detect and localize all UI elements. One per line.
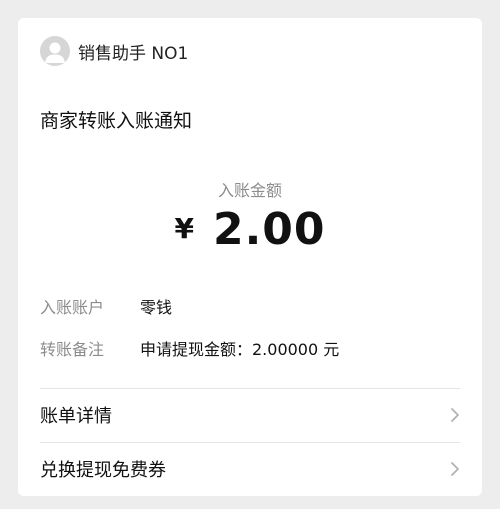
link-label: 账单详情 bbox=[40, 406, 112, 427]
detail-label: 转账备注 bbox=[40, 340, 105, 359]
transfer-notice-card: 销售助手 NO1 商家转账入账通知 入账金额 ¥2.00 入账账户 零钱 转账备… bbox=[18, 18, 482, 496]
amount-display: ¥2.00 bbox=[18, 204, 482, 255]
amount-label: 入账金额 bbox=[217, 181, 282, 200]
detail-row-remark: 转账备注 申请提现金额：2.00000 元 bbox=[40, 336, 339, 360]
account-name: 销售助手 NO1 bbox=[78, 43, 189, 64]
amount-value: 2.00 bbox=[212, 204, 326, 255]
link-label: 兑换提现免费券 bbox=[40, 460, 166, 481]
currency-symbol: ¥ bbox=[174, 212, 195, 245]
withdraw-coupon-link[interactable]: 兑换提现免费券 bbox=[40, 443, 460, 495]
detail-value: 零钱 bbox=[140, 298, 173, 317]
chevron-right-icon bbox=[450, 461, 460, 477]
account-header[interactable]: 销售助手 NO1 bbox=[40, 36, 188, 66]
user-avatar-icon bbox=[40, 36, 70, 66]
notice-title: 商家转账入账通知 bbox=[40, 110, 193, 132]
detail-label: 入账账户 bbox=[40, 298, 105, 317]
detail-value: 申请提现金额：2.00000 元 bbox=[140, 340, 340, 359]
chevron-right-icon bbox=[450, 407, 460, 423]
detail-row-account: 入账账户 零钱 bbox=[40, 294, 172, 318]
bill-details-link[interactable]: 账单详情 bbox=[40, 389, 460, 441]
